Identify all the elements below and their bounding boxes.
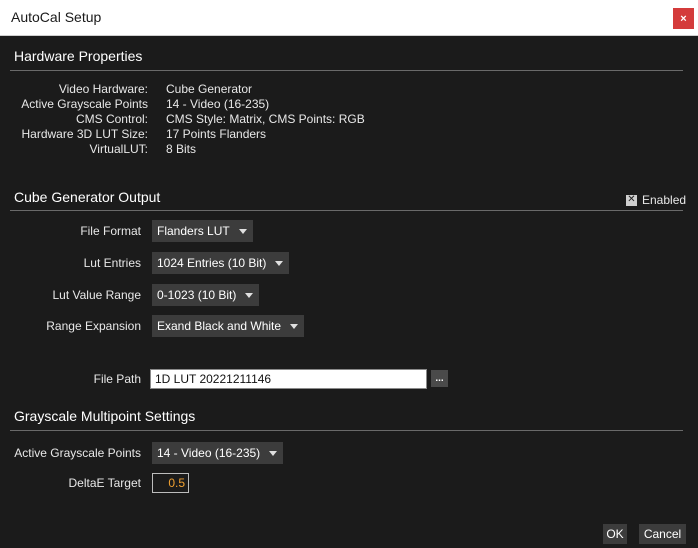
file-format-value: Flanders LUT	[157, 224, 230, 238]
lut-value-range-dropdown[interactable]: 0-1023 (10 Bit)	[152, 284, 260, 306]
chevron-down-icon	[290, 323, 299, 329]
deltae-target-input[interactable]	[152, 473, 189, 493]
ellipsis-icon: ...	[435, 372, 444, 384]
hw-row-virtuallut: VirtualLUT: 8 Bits	[0, 142, 698, 157]
hw-row-3d-lut-size: Hardware 3D LUT Size: 17 Points Flanders	[0, 127, 698, 142]
lut-value-range-label: Lut Value Range	[52, 288, 141, 302]
section-title-grayscale-multipoint: Grayscale Multipoint Settings	[14, 408, 196, 424]
range-expansion-label: Range Expansion	[46, 319, 141, 333]
browse-button[interactable]: ...	[431, 370, 448, 387]
checkbox-checked-icon: ✕	[626, 194, 637, 206]
hw-label: CMS Control:	[75, 112, 148, 126]
hw-row-active-grayscale-points: Active Grayscale Points 14 - Video (16-2…	[0, 97, 698, 112]
active-grayscale-points-dropdown[interactable]: 14 - Video (16-235)	[152, 442, 284, 464]
range-expansion-value: Exand Black and White	[157, 319, 282, 333]
file-format-label: File Format	[80, 224, 141, 238]
close-button[interactable]: ×	[673, 8, 694, 29]
lut-entries-dropdown[interactable]: 1024 Entries (10 Bit)	[152, 252, 290, 274]
section-title-cube-generator-output: Cube Generator Output	[14, 189, 161, 205]
hw-value: 14 - Video (16-235)	[166, 97, 270, 111]
window-title: AutoCal Setup	[11, 9, 102, 25]
lut-entries-value: 1024 Entries (10 Bit)	[157, 256, 267, 270]
cancel-button[interactable]: Cancel	[639, 524, 686, 544]
range-expansion-dropdown[interactable]: Exand Black and White	[152, 315, 305, 337]
deltae-target-label: DeltaE Target	[68, 476, 142, 490]
hw-label: Active Grayscale Points	[21, 97, 148, 111]
enabled-checkbox[interactable]: ✕ Enabled	[626, 193, 686, 207]
ok-button[interactable]: OK	[603, 524, 627, 544]
row-lut-value-range: Lut Value Range 0-1023 (10 Bit)	[0, 284, 698, 308]
row-range-expansion: Range Expansion Exand Black and White	[0, 315, 698, 339]
row-deltae-target: DeltaE Target	[0, 473, 698, 497]
hw-value: 8 Bits	[166, 142, 197, 156]
divider	[10, 430, 683, 431]
file-format-dropdown[interactable]: Flanders LUT	[152, 220, 253, 242]
hw-value: Cube Generator	[166, 82, 253, 96]
row-file-format: File Format Flanders LUT	[0, 220, 698, 244]
row-active-grayscale-points: Active Grayscale Points 14 - Video (16-2…	[0, 442, 698, 466]
divider	[10, 210, 683, 211]
close-icon: ×	[680, 12, 687, 25]
hw-label: Hardware 3D LUT Size:	[21, 127, 149, 141]
row-file-path: File Path ...	[0, 369, 698, 393]
hw-value: 17 Points Flanders	[166, 127, 267, 141]
chevron-down-icon	[269, 450, 278, 456]
lut-value-range-value: 0-1023 (10 Bit)	[157, 288, 237, 302]
hw-row-video-hardware: Video Hardware: Cube Generator	[0, 82, 698, 97]
file-path-label: File Path	[93, 372, 141, 386]
divider	[10, 70, 683, 71]
row-lut-entries: Lut Entries 1024 Entries (10 Bit)	[0, 252, 698, 276]
active-grayscale-points-label: Active Grayscale Points	[14, 446, 141, 460]
chevron-down-icon	[238, 228, 247, 234]
hw-label: VirtualLUT:	[89, 142, 148, 156]
lut-entries-label: Lut Entries	[83, 256, 141, 270]
file-path-input[interactable]	[150, 369, 427, 389]
active-grayscale-points-value: 14 - Video (16-235)	[157, 446, 261, 460]
enabled-label: Enabled	[642, 193, 687, 207]
section-title-hardware-properties: Hardware Properties	[14, 48, 143, 64]
chevron-down-icon	[275, 260, 284, 266]
chevron-down-icon	[245, 292, 254, 298]
title-bar: AutoCal Setup ×	[0, 0, 698, 36]
hw-label: Video Hardware:	[58, 82, 148, 96]
hw-value: CMS Style: Matrix, CMS Points: RGB	[166, 112, 365, 126]
hw-row-cms-control: CMS Control: CMS Style: Matrix, CMS Poin…	[0, 112, 698, 127]
